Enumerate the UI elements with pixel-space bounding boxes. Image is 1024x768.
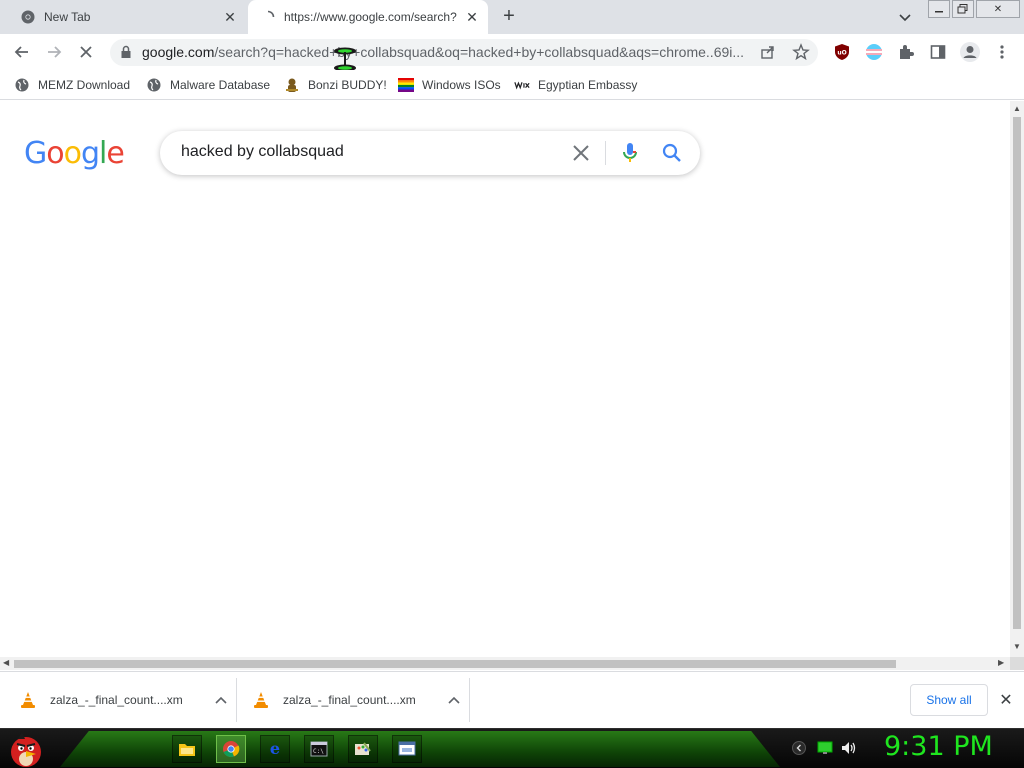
url-text[interactable]: google.com/search?q=hacked+by+collabsqua… [142,44,754,60]
chevron-up-icon[interactable] [212,691,230,709]
google-logo-letter: o [46,136,64,171]
back-arrow-icon[interactable] [10,40,34,64]
google-logo-letter: g [80,136,100,171]
show-hidden-icons-chevron-icon[interactable] [790,739,808,757]
url-host: google.com [142,44,215,60]
vertical-scroll-thumb[interactable] [1013,117,1021,629]
google-logo-letter: o [63,136,82,171]
profile-avatar-icon[interactable] [958,40,982,64]
search-divider [605,141,606,165]
scrollbar-corner [1010,657,1024,670]
command-prompt-taskbar-icon[interactable]: C:\ [304,735,334,763]
microphone-icon[interactable] [620,141,640,165]
search-box[interactable]: hacked by collabsquad [160,131,700,175]
windows-flag-icon [398,77,414,93]
vertical-scrollbar[interactable]: ▲ ▼ [1010,101,1024,657]
bookmark-label: Windows ISOs [422,78,501,92]
search-input[interactable]: hacked by collabsquad [181,143,344,161]
show-all-button[interactable]: Show all [910,684,988,716]
screen: New Tab ✕ https://www.google.com/search?… [0,0,1024,768]
volume-speaker-icon[interactable] [840,739,858,757]
bookmark-bonzi-buddy[interactable]: Bonzi BUDDY! [284,76,387,94]
tab-search-chevron-icon[interactable] [896,8,914,26]
scroll-left-arrow-icon[interactable]: ◀ [3,658,9,667]
download-bar: zalza_-_final_count....xm zalza_-_final_… [0,671,1024,728]
wix-icon [514,77,530,93]
vlc-icon [253,691,269,709]
svg-text:C:\: C:\ [313,748,324,755]
horizontal-scroll-thumb[interactable] [14,660,896,668]
close-download-bar-icon[interactable]: ✕ [996,690,1016,710]
tab-new-tab[interactable]: New Tab ✕ [8,0,246,34]
scroll-down-arrow-icon[interactable]: ▼ [1013,642,1021,652]
paint-taskbar-icon[interactable] [348,735,378,763]
bookmark-label: Egyptian Embassy [538,78,638,92]
bookmark-windows-isos[interactable]: Windows ISOs [398,76,501,94]
bonzi-icon [284,77,300,93]
google-logo-letter: e [106,136,124,171]
stop-loading-icon[interactable] [74,40,98,64]
bookmark-label: Bonzi BUDDY! [308,78,387,92]
tab-google-search[interactable]: https://www.google.com/search? ✕ [248,0,488,34]
bookmark-label: Malware Database [170,78,271,92]
download-item[interactable]: zalza_-_final_count....xm [0,678,230,722]
chevron-up-icon[interactable] [445,691,463,709]
globe-icon [146,77,162,93]
google-logo[interactable]: Google [24,136,125,171]
toolbar: google.com/search?q=hacked+by+collabsqua… [0,34,1024,72]
bookmark-malware-database[interactable]: Malware Database [146,76,270,94]
download-item[interactable]: zalza_-_final_count....xm [233,678,463,722]
vlc-icon [20,691,36,709]
page-content: Google hacked by collabsquad [0,101,1010,657]
globe-icon [14,77,30,93]
close-tab-icon[interactable]: ✕ [462,7,482,27]
bookmarks-bar: MEMZ Download Malware Database Bonzi BUD… [0,70,1024,100]
window-app-taskbar-icon[interactable] [392,735,422,763]
chrome-icon [20,9,36,25]
tab-title: New Tab [44,10,91,24]
download-filename: zalza_-_final_count....xm [50,693,183,707]
close-tab-icon[interactable]: ✕ [220,7,240,27]
google-logo-letter: G [24,136,47,171]
bookmark-label: MEMZ Download [38,78,131,92]
pride-extension-icon[interactable] [862,40,886,64]
menu-kebab-icon[interactable] [990,40,1014,64]
scroll-right-arrow-icon[interactable]: ▶ [998,658,1004,667]
bookmark-memz-download[interactable]: MEMZ Download [14,76,130,94]
new-tab-icon[interactable]: + [498,6,520,28]
download-divider [469,678,470,722]
edge-legacy-taskbar-icon[interactable]: e [260,735,290,763]
bookmark-star-icon[interactable] [792,43,810,66]
taskbar-clock[interactable]: 9:31 PM [884,731,993,762]
download-filename: zalza_-_final_count....xm [283,693,416,707]
google-logo-letters: Google [24,136,125,171]
side-panel-icon[interactable] [926,40,950,64]
extensions-puzzle-icon[interactable] [894,40,918,64]
loading-icon [260,9,276,25]
tab-strip: New Tab ✕ https://www.google.com/search?… [0,0,1024,34]
forward-arrow-icon[interactable] [42,40,66,64]
horizontal-scrollbar[interactable]: ◀ ▶ [0,657,1010,670]
scroll-up-arrow-icon[interactable]: ▲ [1013,104,1021,114]
close-window-icon[interactable]: ✕ [976,0,1020,18]
address-bar[interactable]: google.com/search?q=hacked+by+collabsqua… [110,39,818,66]
svg-text:uO: uO [837,50,846,57]
clear-search-icon[interactable] [570,142,592,164]
ublock-extension-icon[interactable]: uO [830,40,854,64]
file-explorer-taskbar-icon[interactable] [172,735,202,763]
lock-icon[interactable] [120,45,132,64]
restore-icon[interactable] [952,0,974,18]
start-angry-bird-icon[interactable] [6,729,46,768]
search-magnifier-icon[interactable] [660,141,684,165]
taskbar: e C:\ 9:31 PM [0,728,1024,768]
chrome-taskbar-icon[interactable] [216,735,246,763]
battery-monitor-icon[interactable] [816,739,834,757]
minimize-icon[interactable] [928,0,950,18]
svg-text:e: e [270,740,280,758]
url-path: /search?q=hacked+by+collabsquad&oq=hacke… [214,44,745,60]
tab-title: https://www.google.com/search? [284,10,457,24]
bookmark-egyptian-embassy[interactable]: Egyptian Embassy [514,76,637,94]
share-icon[interactable] [760,44,776,65]
